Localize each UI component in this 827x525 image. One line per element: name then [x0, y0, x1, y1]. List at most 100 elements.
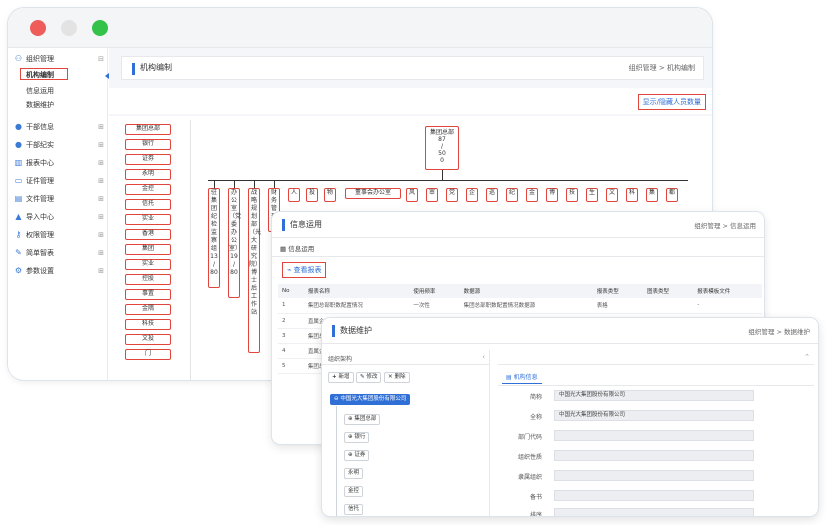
close-dot-icon[interactable] — [30, 20, 46, 36]
sidebar-sub-structure[interactable]: 机构编制 — [20, 68, 68, 80]
tree-root-node[interactable]: ⊖ 中国光大集团股份有限公司 — [330, 394, 411, 405]
org-node[interactable]: 实业 — [125, 214, 171, 225]
table-header-row: No 报表名称 使用频率 数据源 报表类型 图表类型 报表模板文件 — [278, 284, 762, 298]
tree-node[interactable]: ⊕ 证券 — [344, 450, 370, 461]
org-node[interactable]: 风 — [406, 188, 418, 202]
org-node[interactable]: 都 — [666, 188, 678, 202]
org-node[interactable]: 金 — [526, 188, 538, 202]
field-label: 部门代码 — [517, 434, 542, 441]
dept-code-field[interactable] — [554, 430, 754, 441]
org-node[interactable]: 集团总部 — [125, 124, 171, 135]
collapse-icon[interactable]: ‹ — [482, 353, 485, 361]
sidebar-item-permission[interactable]: ⚷ 权限管理 ⊞ — [14, 228, 106, 242]
sidebar-item-smart-table[interactable]: ✎ 简单智表 ⊞ — [14, 246, 106, 260]
org-node[interactable]: 证券 — [125, 154, 171, 165]
sidebar-item-report[interactable]: ▥ 报表中心 ⊞ — [14, 156, 106, 170]
sidebar-item-file[interactable]: ▤ 文件管理 ⊞ — [14, 192, 106, 206]
field-label: 隶属组织 — [517, 474, 542, 481]
breadcrumb[interactable]: 组织管理 > 数据维护 — [748, 326, 810, 336]
field-label: 简称 — [529, 394, 542, 401]
org-node[interactable]: 生 — [586, 188, 598, 202]
sidebar-sub-info[interactable]: 信息运用 — [26, 85, 54, 97]
org-node[interactable]: 董事会办公室 — [345, 188, 401, 199]
wand-icon: ✎ — [15, 248, 22, 257]
maximize-dot-icon[interactable] — [92, 20, 108, 36]
org-node[interactable]: 门 — [125, 349, 171, 360]
org-connector — [208, 180, 688, 181]
org-node[interactable]: 巡 — [486, 188, 498, 202]
toolbar: 显示/隐藏人员数量 — [109, 88, 712, 114]
sidebar-sub-data[interactable]: 数据维护 — [26, 99, 54, 111]
sidebar-item-certificate[interactable]: ▭ 证件管理 ⊞ — [14, 174, 106, 188]
table-row[interactable]: 1 集团总部职数配置情况 一次性 集团总部职数配置情况数据源 表格 - — [278, 298, 762, 314]
toggle-count-button[interactable]: 显示/隐藏人员数量 — [637, 94, 706, 110]
sidebar: ⚇ 组织管理 ⊟ 机构编制 信息运用 数据维护 ● 干部信息 ⊞ ● 干部纪实 ⊞ ▥ 报表中… — [8, 48, 109, 380]
breadcrumb[interactable]: 组织管理 > 信息运用 — [694, 220, 756, 230]
gears-icon: ⚙ — [14, 266, 23, 275]
sidebar-item-org[interactable]: ⚇ 组织管理 ⊟ — [14, 52, 106, 66]
org-node[interactable]: 香港 — [125, 229, 171, 240]
sidebar-item-import[interactable]: ▲ 导入中心 ⊞ — [14, 210, 106, 224]
parent-org-field[interactable] — [554, 470, 754, 481]
org-node[interactable]: 文 — [606, 188, 618, 202]
view-report-button[interactable]: ⌁ 查看报表 — [282, 262, 327, 278]
org-node[interactable]: 审 — [426, 188, 438, 202]
org-node[interactable]: 科 — [626, 188, 638, 202]
org-node-vertical[interactable]: 战略规划部（光大研究院） 博士后工作站 — [248, 188, 261, 353]
org-node[interactable]: 人 — [288, 188, 300, 202]
org-node[interactable]: 集团 — [125, 244, 171, 255]
org-node[interactable]: 纪 — [506, 188, 518, 202]
tab-org-info[interactable]: ▤ 机构信息 — [502, 370, 542, 384]
page-header: 信息运用 组织管理 > 信息运用 — [272, 212, 764, 238]
org-node[interactable]: 实业 — [125, 259, 171, 270]
sort-field[interactable] — [554, 508, 754, 516]
file-icon: ▤ — [14, 194, 23, 203]
field-label: 排序 — [529, 512, 542, 516]
short-name-field[interactable]: 中国光大集团股份有限公司 — [554, 390, 754, 401]
page-title: 数据维护 — [340, 326, 372, 335]
sidebar-item-cadre[interactable]: ● 干部信息 ⊞ — [14, 120, 106, 134]
org-node[interactable]: 科技 — [125, 319, 171, 330]
org-node[interactable]: 党 — [446, 188, 458, 202]
org-node[interactable]: 文投 — [125, 334, 171, 345]
sidebar-item-settings[interactable]: ⚙ 参数设置 ⊞ — [14, 264, 106, 278]
table-icon: ▦ — [280, 245, 289, 253]
field-label: 全称 — [529, 414, 542, 421]
org-node[interactable]: 博 — [546, 188, 558, 202]
org-node[interactable]: 银行 — [125, 139, 171, 150]
remark-field[interactable] — [554, 490, 754, 501]
org-node[interactable]: 金控 — [125, 184, 171, 195]
org-node[interactable]: 物 — [324, 188, 336, 202]
breadcrumb[interactable]: 组织管理 > 机构编制 — [629, 63, 695, 73]
org-node-vertical[interactable]: 办公室（党委办公室） 19 / 80 — [228, 188, 241, 298]
page-header: 机构编制 组织管理 > 机构编制 — [121, 56, 704, 80]
full-name-field[interactable]: 中国光大集团股份有限公司 — [554, 410, 754, 421]
tree-node[interactable]: ⊕ 银行 — [344, 432, 370, 443]
org-node[interactable]: 永明 — [125, 169, 171, 180]
tree-node[interactable]: 信托 — [344, 504, 364, 515]
edit-button[interactable]: ✎ 修改 — [356, 372, 382, 383]
sidebar-item-record[interactable]: ● 干部纪实 ⊞ — [14, 138, 106, 152]
org-node[interactable]: 集 — [646, 188, 658, 202]
tree-node[interactable]: 永明 — [344, 468, 364, 479]
chevron-up-icon[interactable]: ⌃ — [804, 353, 810, 361]
add-button[interactable]: + 新增 — [328, 372, 354, 383]
tree-node[interactable]: ⊕ 集团总部 — [344, 414, 381, 425]
org-node[interactable]: 控股 — [125, 274, 171, 285]
org-root-node[interactable]: 集团总部 87 / 50 0 — [425, 126, 459, 170]
org-node[interactable]: 信托 — [125, 199, 171, 210]
org-type-field[interactable] — [554, 450, 754, 461]
page-title: 机构编制 — [140, 63, 172, 72]
org-node-vertical[interactable]: 驻集团纪检监察组 13 / 80 — [208, 188, 220, 288]
page-header: 数据维护 组织管理 > 数据维护 — [322, 318, 818, 344]
minimize-dot-icon[interactable] — [61, 20, 77, 36]
org-node[interactable]: 技 — [566, 188, 578, 202]
tree-node[interactable]: 金控 — [344, 486, 364, 497]
org-node[interactable]: 事置 — [125, 289, 171, 300]
data-maintenance-window: 数据维护 组织管理 > 数据维护 组织架构 ‹ + 新增 ✎ 修改 ✕ 删除 ⊖… — [322, 318, 818, 516]
org-node[interactable]: 金隅 — [125, 304, 171, 315]
delete-button[interactable]: ✕ 删除 — [384, 372, 410, 383]
globe-icon: ● — [15, 122, 22, 131]
org-node[interactable]: 投 — [306, 188, 318, 202]
org-node[interactable]: 企 — [466, 188, 478, 202]
